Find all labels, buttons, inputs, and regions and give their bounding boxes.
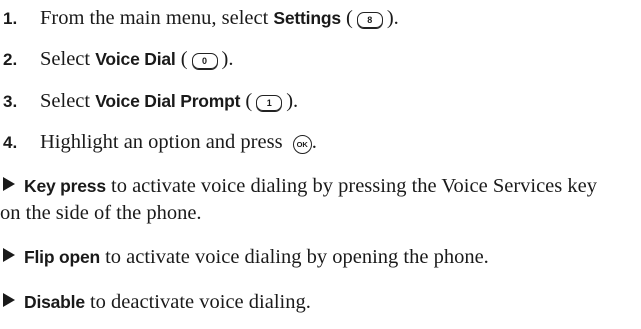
keypad-key-icon: 1 [256, 95, 283, 111]
option-label: Flip open [24, 247, 100, 267]
step-number: 3. [3, 92, 18, 111]
step-3: 3. Select Voice Dial Prompt (1). [0, 88, 298, 115]
option-description-continued: on the side of the phone. [0, 202, 202, 224]
option-key-press-continuation: on the side of the phone. [0, 200, 641, 226]
step-4: 4. Highlight an option and press OK. [0, 129, 317, 156]
paren-close: ). [386, 7, 399, 29]
paren-close: ). [286, 90, 299, 112]
step-end: . [311, 131, 317, 153]
step-number: 1. [3, 9, 18, 28]
menu-item-settings: Settings [273, 8, 341, 28]
menu-item-voice-dial: Voice Dial [95, 49, 176, 69]
option-disable: Disable to deactivate voice dialing. [0, 289, 641, 315]
option-label: Key press [24, 176, 106, 196]
option-key-press: Key press to activate voice dialing by p… [0, 173, 641, 199]
option-label: Disable [24, 292, 85, 312]
step-number: 2. [3, 50, 18, 69]
step-number: 4. [3, 133, 18, 152]
option-description: to activate voice dialing by opening the… [99, 246, 489, 268]
step-text: Select [40, 48, 96, 70]
paren-open: ( [340, 7, 353, 29]
step-text: Highlight an option and press [40, 131, 288, 153]
step-text: Select [40, 90, 96, 112]
ok-key-icon: OK [292, 135, 312, 154]
paren-open: ( [175, 48, 188, 70]
paren-close: ). [221, 48, 234, 70]
step-2: 2. Select Voice Dial (0). [0, 46, 233, 73]
option-description: to deactivate voice dialing. [84, 291, 311, 313]
triangle-bullet-icon [3, 293, 15, 307]
step-text: From the main menu, select [40, 7, 274, 29]
keypad-key-icon: 0 [191, 53, 218, 69]
keypad-key-icon: 8 [356, 12, 383, 28]
option-description: to activate voice dialing by pressing th… [105, 175, 597, 197]
step-1: 1. From the main menu, select Settings (8… [0, 5, 399, 32]
instruction-document: 1. From the main menu, select Settings (8… [0, 0, 641, 329]
triangle-bullet-icon [3, 248, 15, 262]
option-flip-open: Flip open to activate voice dialing by o… [0, 244, 641, 270]
paren-open: ( [240, 90, 253, 112]
menu-item-voice-dial-prompt: Voice Dial Prompt [95, 91, 241, 111]
triangle-bullet-icon [3, 177, 15, 191]
